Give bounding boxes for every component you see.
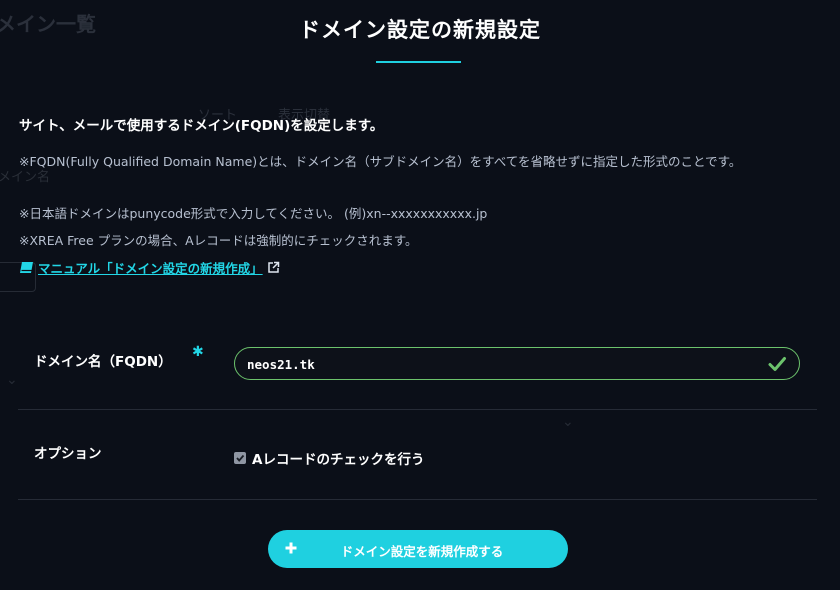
check-icon	[767, 354, 787, 378]
note-xrea-free: ※XREA Free プランの場合、Aレコードは強制的にチェックされます。	[19, 233, 418, 248]
fqdn-label: ドメイン名（FQDN）	[34, 354, 172, 370]
required-icon: ✱	[192, 344, 204, 360]
manual-link-text[interactable]: マニュアル「ドメイン設定の新規作成」	[38, 258, 263, 277]
a-record-checkbox[interactable]	[234, 452, 246, 464]
note-punycode: ※日本語ドメインはpunycode形式で入力してください。 (例)xn--xxx…	[19, 206, 488, 221]
create-domain-button[interactable]: ドメイン設定を新規作成する	[268, 530, 568, 568]
new-domain-modal: ドメイン設定の新規設定 サイト、メールで使用するドメイン(FQDN)を設定します…	[0, 0, 840, 590]
external-link-icon	[267, 261, 280, 274]
fqdn-row: ドメイン名（FQDN） ✱	[18, 320, 817, 410]
book-icon	[19, 261, 34, 274]
create-domain-button-label: ドメイン設定を新規作成する	[340, 545, 504, 559]
lead-text: サイト、メールで使用するドメイン(FQDN)を設定します。	[19, 118, 384, 134]
option-label: オプション	[34, 446, 102, 462]
a-record-checkbox-label[interactable]: Aレコードのチェックを行う	[252, 448, 424, 468]
title-underline	[376, 61, 461, 63]
note-fqdn: ※FQDN(Fully Qualified Domain Name)とは、ドメイ…	[19, 154, 742, 169]
fqdn-input[interactable]	[245, 348, 749, 381]
a-record-check-option[interactable]: Aレコードのチェックを行う	[234, 448, 424, 468]
option-row: オプション Aレコードのチェックを行う	[18, 410, 817, 500]
fqdn-input-wrapper[interactable]	[234, 347, 800, 381]
manual-link[interactable]: マニュアル「ドメイン設定の新規作成」	[19, 258, 280, 277]
modal-title: ドメイン設定の新規設定	[299, 18, 541, 42]
